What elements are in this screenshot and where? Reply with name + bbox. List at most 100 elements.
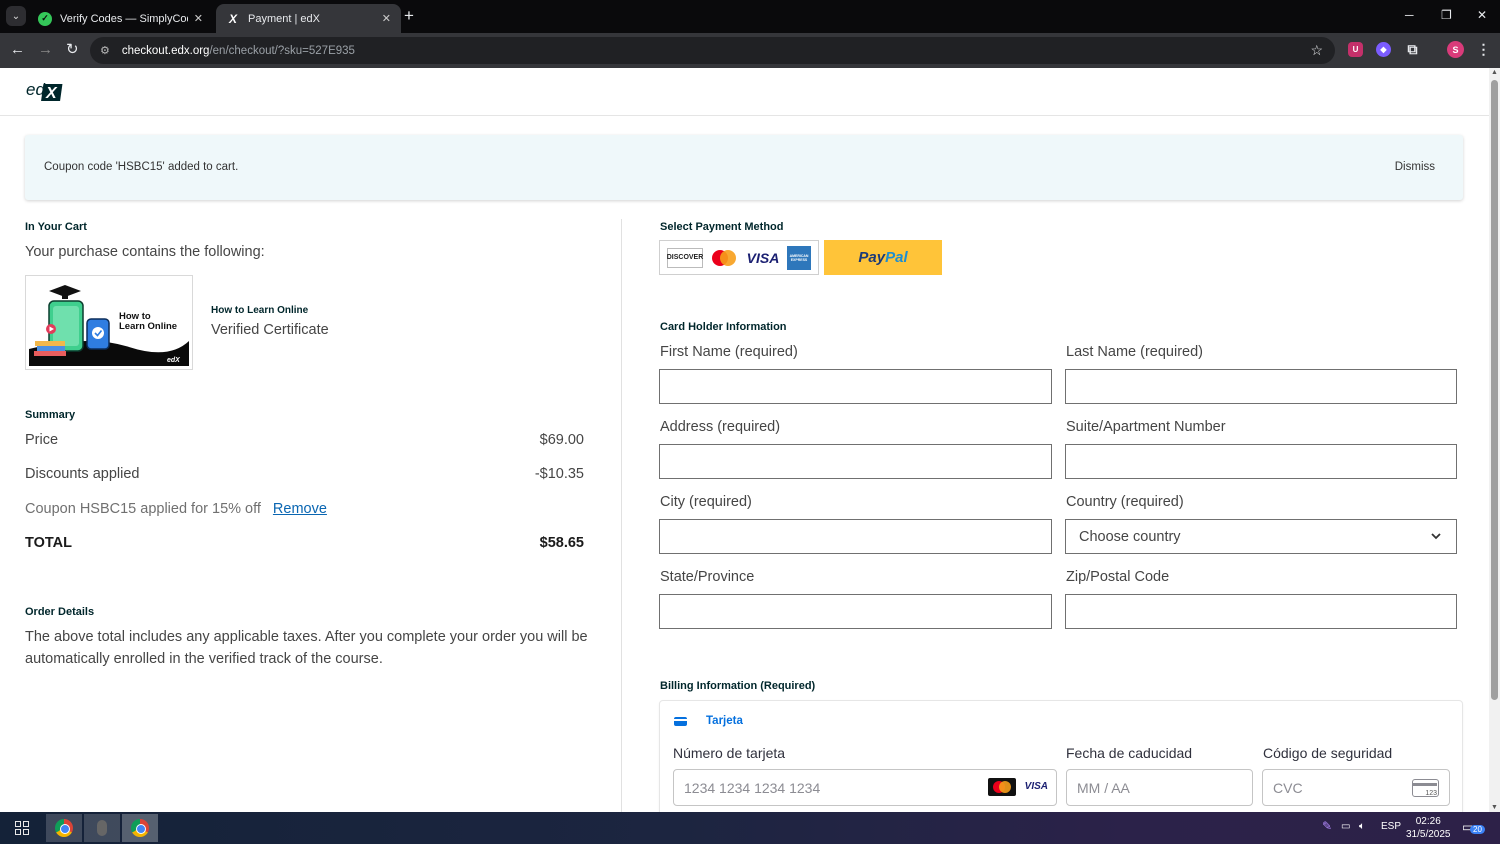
coupon-row: Coupon HSBC15 applied for 15% off Remove (25, 501, 584, 517)
expiry-input[interactable]: MM / AA (1066, 769, 1253, 806)
card-number-input[interactable]: 1234 1234 1234 1234 VISA (673, 769, 1057, 806)
simplycodes-favicon-icon: ✓ (38, 11, 52, 26)
reload-icon[interactable]: ↻ (66, 41, 79, 59)
maximize-icon[interactable]: ❐ (1441, 8, 1452, 22)
discount-row: Discounts applied -$10.35 (25, 466, 584, 482)
country-label: Country (required) (1066, 494, 1184, 510)
taskbar-chrome[interactable] (46, 814, 82, 842)
new-tab-button[interactable]: + (404, 6, 414, 26)
cvc-input[interactable]: CVC 123 (1262, 769, 1450, 806)
notification-center-icon[interactable]: ▭ 20 (1462, 820, 1485, 836)
more-menu-icon[interactable]: ⋮ (1476, 41, 1491, 57)
notification-badge: 20 (1470, 825, 1485, 834)
url-input[interactable]: ⚙ checkout.edx.org/en/checkout/?sku=527E… (90, 37, 1335, 64)
browser-tab-bar: ⌄ ✓ Verify Codes — SimplyCodes ✕ X Payme… (0, 0, 1500, 33)
scrollbar-thumb[interactable] (1491, 80, 1498, 700)
paypal-pay-text: Pay (858, 249, 886, 266)
svg-text:X: X (45, 85, 58, 102)
back-icon[interactable]: ← (10, 41, 25, 59)
card-tab[interactable]: Tarjeta (674, 715, 743, 727)
amex-icon: AMERICAN EXPRESS (787, 245, 811, 270)
suite-input[interactable] (1065, 444, 1457, 479)
tab-title: Verify Codes — SimplyCodes (60, 12, 188, 25)
coupon-text: Coupon HSBC15 applied for 15% off (25, 501, 261, 517)
forward-icon[interactable]: → (38, 41, 53, 59)
chrome-icon (55, 819, 73, 837)
svg-text:edX: edX (167, 357, 181, 364)
extensions-puzzle-icon[interactable]: ⧉ (1405, 41, 1420, 57)
country-select[interactable]: Choose country (1065, 519, 1457, 554)
taskbar-chrome-profile[interactable] (122, 814, 158, 842)
tab-close-icon[interactable]: ✕ (194, 12, 203, 25)
extension-simplycodes-icon[interactable]: ◆ (1376, 42, 1391, 57)
edx-logo[interactable]: ed X (25, 80, 65, 102)
bookmark-star-icon[interactable]: ☆ (1310, 42, 1323, 59)
cart-heading: In Your Cart (25, 221, 87, 233)
address-label: Address (required) (660, 419, 781, 435)
payment-method-heading: Select Payment Method (660, 221, 784, 233)
extension-shield-icon[interactable]: U (1348, 42, 1363, 57)
country-select-value: Choose country (1079, 528, 1181, 545)
order-details-line-1: The above total includes any applicable … (25, 629, 588, 645)
profile-avatar[interactable]: S (1447, 41, 1464, 58)
site-info-icon[interactable]: ⚙ (100, 44, 110, 57)
pen-icon[interactable]: ✎ (1322, 819, 1332, 833)
cvc-card-icon: 123 (1412, 779, 1439, 797)
price-label: Price (25, 432, 59, 448)
mastercard-icon (988, 778, 1016, 796)
alert-message: Coupon code 'HSBC15' added to cart. (44, 161, 239, 173)
scroll-up-arrow-icon[interactable]: ▲ (1491, 69, 1498, 76)
dismiss-button[interactable]: Dismiss (1395, 161, 1435, 173)
clock-date: 31/5/2025 (1406, 829, 1451, 840)
card-number-placeholder: 1234 1234 1234 1234 (684, 779, 821, 796)
taskbar-app[interactable] (84, 814, 120, 842)
coupon-alert: Coupon code 'HSBC15' added to cart. Dism… (25, 135, 1463, 200)
browser-tab-active[interactable]: X Payment | edX ✕ (216, 4, 401, 33)
language-indicator[interactable]: ESP (1381, 821, 1401, 832)
clock-time: 02:26 (1415, 816, 1441, 827)
windows-grid-icon (15, 821, 29, 835)
city-input[interactable] (659, 519, 1052, 554)
remove-coupon-link[interactable]: Remove (273, 501, 327, 517)
browser-tab[interactable]: ✓ Verify Codes — SimplyCodes ✕ (28, 4, 213, 33)
last-name-input[interactable] (1065, 369, 1457, 404)
paypal-button[interactable]: Pay Pal (824, 240, 942, 275)
paypal-pal-text: Pal (885, 249, 908, 266)
clock[interactable]: 02:26 31/5/2025 (1406, 815, 1451, 841)
zip-input[interactable] (1065, 594, 1457, 629)
state-input[interactable] (659, 594, 1052, 629)
first-name-input[interactable] (659, 369, 1052, 404)
header-divider (0, 115, 1489, 116)
stripe-payment-element: Tarjeta Número de tarjeta 1234 1234 1234… (659, 700, 1463, 812)
price-value: $69.00 (539, 432, 584, 448)
cvc-placeholder: CVC (1273, 779, 1303, 796)
card-holder-heading: Card Holder Information (660, 321, 787, 333)
volume-icon[interactable]: 🔈︎ (1359, 821, 1365, 832)
minimize-icon[interactable]: ─ (1405, 8, 1414, 22)
tab-title: Payment | edX (248, 12, 320, 25)
cvc-icon-text: 123 (1425, 790, 1437, 797)
order-details-heading: Order Details (25, 606, 95, 618)
order-details-line-2: automatically enrolled in the verified t… (25, 651, 383, 667)
tab-search-button[interactable]: ⌄ (6, 6, 26, 26)
card-payment-option[interactable]: DISCOVER VISA AMERICAN EXPRESS (659, 240, 819, 275)
last-name-label: Last Name (required) (1066, 344, 1203, 360)
scroll-down-arrow-icon[interactable]: ▼ (1491, 804, 1498, 811)
suite-label: Suite/Apartment Number (1066, 419, 1226, 435)
discount-value: -$10.35 (534, 466, 584, 482)
visa-icon: VISA (746, 249, 780, 266)
billing-heading: Billing Information (Required) (660, 680, 816, 692)
svg-text:Learn Online: Learn Online (119, 321, 177, 332)
start-button[interactable] (4, 814, 40, 842)
page-scrollbar[interactable]: ▲ ▼ (1489, 68, 1500, 812)
address-input[interactable] (659, 444, 1052, 479)
course-illustration: How to Learn Online edX (29, 285, 189, 366)
discount-label: Discounts applied (25, 466, 140, 482)
mastercard-icon (709, 248, 739, 268)
close-window-icon[interactable]: ✕ (1477, 8, 1487, 22)
visa-icon: VISA (1024, 781, 1048, 792)
network-icon[interactable]: ▭ (1341, 821, 1350, 832)
tab-close-icon[interactable]: ✕ (382, 12, 391, 25)
first-name-label: First Name (required) (660, 344, 798, 360)
expiry-placeholder: MM / AA (1077, 779, 1130, 796)
